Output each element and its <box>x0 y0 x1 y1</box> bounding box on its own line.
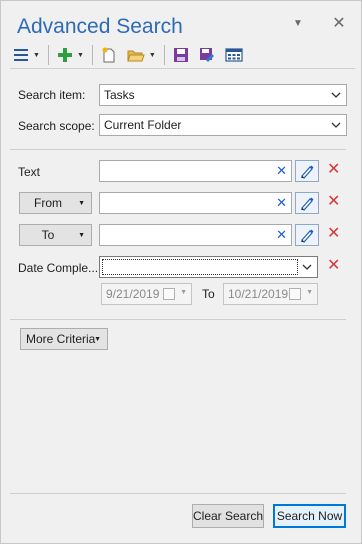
more-criteria-label: More Criteria <box>26 332 96 346</box>
section-divider <box>10 149 346 150</box>
to-label: To <box>41 228 55 242</box>
remove-date-criteria-icon[interactable]: ✕ <box>327 258 340 274</box>
pane-menu-button[interactable]: ▼ <box>289 15 307 33</box>
text-picker-button[interactable] <box>295 160 319 182</box>
chevron-down-icon: ▼ <box>306 289 313 296</box>
close-icon[interactable]: ✕ <box>330 15 348 33</box>
chevron-down-icon: ▼ <box>180 289 187 296</box>
search-item-value: Tasks <box>104 88 135 102</box>
chevron-down-icon <box>331 122 341 128</box>
from-input[interactable]: ✕ <box>99 192 292 214</box>
date-completed-label: Date Comple... <box>18 261 99 275</box>
save-icon <box>173 48 188 62</box>
pane-title: Advanced Search <box>17 15 183 38</box>
toolbar-divider <box>47 45 49 65</box>
open-search-button[interactable]: ▼ <box>125 44 158 66</box>
pencil-icon <box>301 165 314 179</box>
open-folder-icon <box>127 50 145 62</box>
date-completed-select[interactable] <box>99 256 318 278</box>
to-field-dropdown[interactable]: To ▼ <box>19 224 92 246</box>
layout-icon <box>225 48 243 62</box>
add-button[interactable]: ▼ <box>55 44 86 66</box>
date-from-picker[interactable]: 9/21/2019 ▼ <box>101 283 192 305</box>
new-file-icon <box>102 47 115 63</box>
clear-from-icon[interactable]: ✕ <box>276 196 287 210</box>
clear-to-icon[interactable]: ✕ <box>276 228 287 242</box>
from-picker-button[interactable] <box>295 192 319 214</box>
search-item-select[interactable]: Tasks <box>99 84 347 106</box>
date-to-label: To <box>202 287 215 301</box>
search-item-label: Search item: <box>18 88 86 102</box>
calendar-icon <box>289 288 301 300</box>
save-button[interactable] <box>171 44 191 66</box>
date-to-picker[interactable]: 10/21/2019 ▼ <box>223 283 318 305</box>
date-to-value: 10/21/2019 <box>228 287 289 301</box>
toolbar-divider <box>163 45 165 65</box>
footer-divider <box>10 493 346 494</box>
more-criteria-button[interactable]: More Criteria ▼ <box>20 328 108 350</box>
menu-button[interactable]: ▼ <box>11 44 42 66</box>
pencil-icon <box>301 197 314 211</box>
layout-button[interactable] <box>223 44 245 66</box>
from-label: From <box>34 196 62 210</box>
chevron-down-icon: ▼ <box>76 51 84 59</box>
clear-text-icon[interactable]: ✕ <box>276 164 287 178</box>
save-as-icon <box>199 48 214 62</box>
text-label: Text <box>18 165 41 179</box>
chevron-down-icon <box>331 92 341 98</box>
chevron-down-icon: ▼ <box>148 51 156 59</box>
save-as-button[interactable] <box>197 44 217 66</box>
remove-to-criteria-icon[interactable]: ✕ <box>327 226 340 242</box>
chevron-down-icon <box>302 264 312 270</box>
remove-from-criteria-icon[interactable]: ✕ <box>327 194 340 210</box>
new-search-button[interactable] <box>99 44 119 66</box>
menu-icon <box>14 49 28 61</box>
to-picker-button[interactable] <box>295 224 319 246</box>
search-scope-select[interactable]: Current Folder <box>99 114 347 136</box>
date-from-value: 9/21/2019 <box>106 287 160 301</box>
chevron-down-icon: ▼ <box>78 199 85 207</box>
advanced-search-pane: Advanced Search ▼ ✕ ▼ ▼ ▼ Search item: T… <box>0 0 362 544</box>
search-scope-value: Current Folder <box>104 118 182 132</box>
from-field-dropdown[interactable]: From ▼ <box>19 192 92 214</box>
add-icon <box>57 48 72 62</box>
remove-text-criteria-icon[interactable]: ✕ <box>327 162 340 178</box>
focus-rect <box>102 259 298 275</box>
chevron-down-icon: ▼ <box>33 51 40 59</box>
chevron-down-icon: ▼ <box>78 231 85 239</box>
search-scope-label: Search scope: <box>18 119 95 133</box>
toolbar-divider <box>91 45 93 65</box>
clear-search-button[interactable]: Clear Search <box>192 504 264 528</box>
to-input[interactable]: ✕ <box>99 224 292 246</box>
chevron-down-icon: ▼ <box>94 335 101 343</box>
section-divider <box>10 319 346 320</box>
toolbar: ▼ ▼ ▼ <box>11 43 261 67</box>
calendar-icon <box>163 288 175 300</box>
pencil-icon <box>301 229 314 243</box>
search-now-button[interactable]: Search Now <box>273 504 346 528</box>
text-input[interactable]: ✕ <box>99 160 292 182</box>
